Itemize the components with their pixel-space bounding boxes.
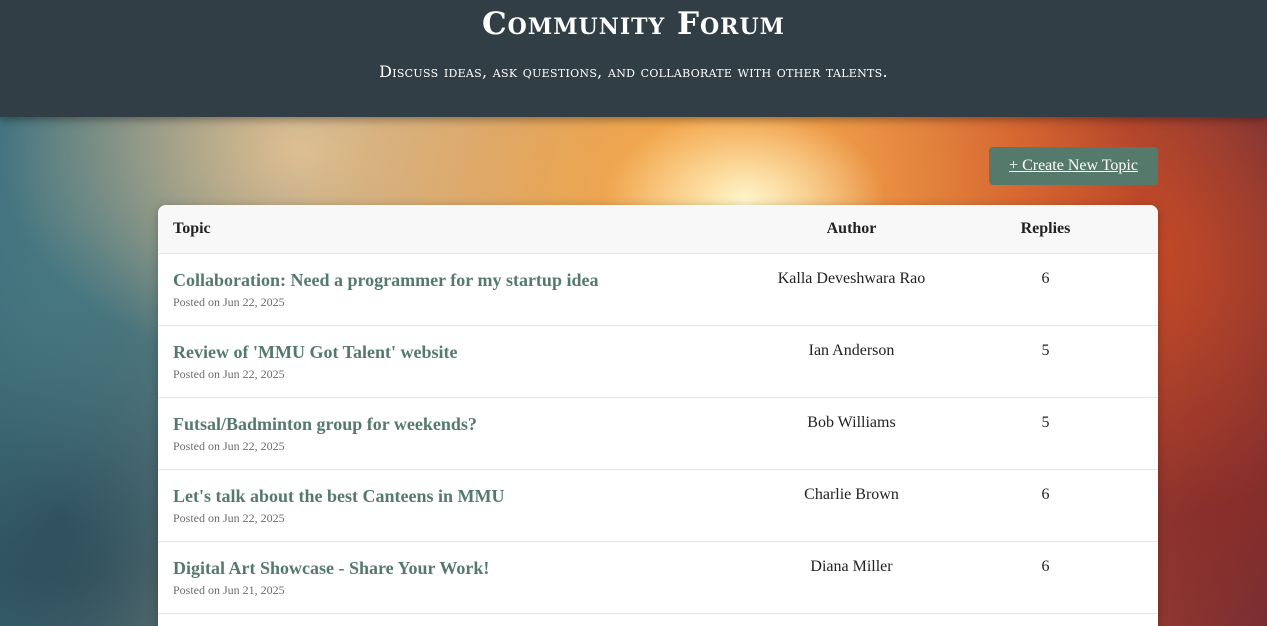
reply-count: 5 (1041, 342, 1050, 359)
table-row: Let's talk about the best Canteens in MM… (158, 470, 1158, 542)
table-header: Topic Author Replies (158, 205, 1158, 254)
page-title: Community Forum (482, 6, 785, 42)
reply-count: 5 (1041, 414, 1050, 431)
column-header-topic: Topic (173, 220, 211, 237)
table-row: Digital Art Showcase - Share Your Work! … (158, 542, 1158, 614)
topic-author: Kalla Deveshwara Rao (777, 270, 926, 287)
topic-author: Charlie Brown (804, 486, 899, 503)
reply-count: 6 (1041, 558, 1050, 575)
table-row: Collaboration: Need a programmer for my … (158, 254, 1158, 326)
topic-link[interactable]: Digital Art Showcase - Share Your Work! (173, 558, 489, 579)
topic-link[interactable]: Let's talk about the best Canteens in MM… (173, 486, 505, 507)
posted-date: Posted on Jun 22, 2025 (173, 511, 285, 525)
posted-date: Posted on Jun 22, 2025 (173, 295, 285, 309)
topic-author: Bob Williams (807, 414, 896, 431)
reply-count: 6 (1041, 270, 1050, 287)
topic-author: Diana Miller (810, 558, 893, 575)
table-row: Futsal/Badminton group for weekends? Pos… (158, 398, 1158, 470)
posted-date: Posted on Jun 22, 2025 (173, 367, 285, 381)
page-subtitle: Discuss ideas, ask questions, and collab… (379, 62, 888, 81)
topic-link[interactable]: Futsal/Badminton group for weekends? (173, 414, 477, 435)
column-header-replies: Replies (1020, 220, 1071, 237)
topic-author: Ian Anderson (808, 342, 895, 359)
posted-date: Posted on Jun 22, 2025 (173, 439, 285, 453)
table-row: Review of 'MMU Got Talent' website Poste… (158, 326, 1158, 398)
posted-date: Posted on Jun 21, 2025 (173, 583, 285, 597)
column-header-author: Author (826, 220, 877, 237)
page-header: Community Forum Discuss ideas, ask quest… (0, 0, 1267, 117)
reply-count: 6 (1041, 486, 1050, 503)
create-topic-button[interactable]: + Create New Topic (989, 147, 1158, 185)
topics-table: Topic Author Replies Collaboration: Need… (158, 205, 1158, 626)
topic-link[interactable]: Review of 'MMU Got Talent' website (173, 342, 457, 363)
topic-link[interactable]: Collaboration: Need a programmer for my … (173, 270, 598, 291)
